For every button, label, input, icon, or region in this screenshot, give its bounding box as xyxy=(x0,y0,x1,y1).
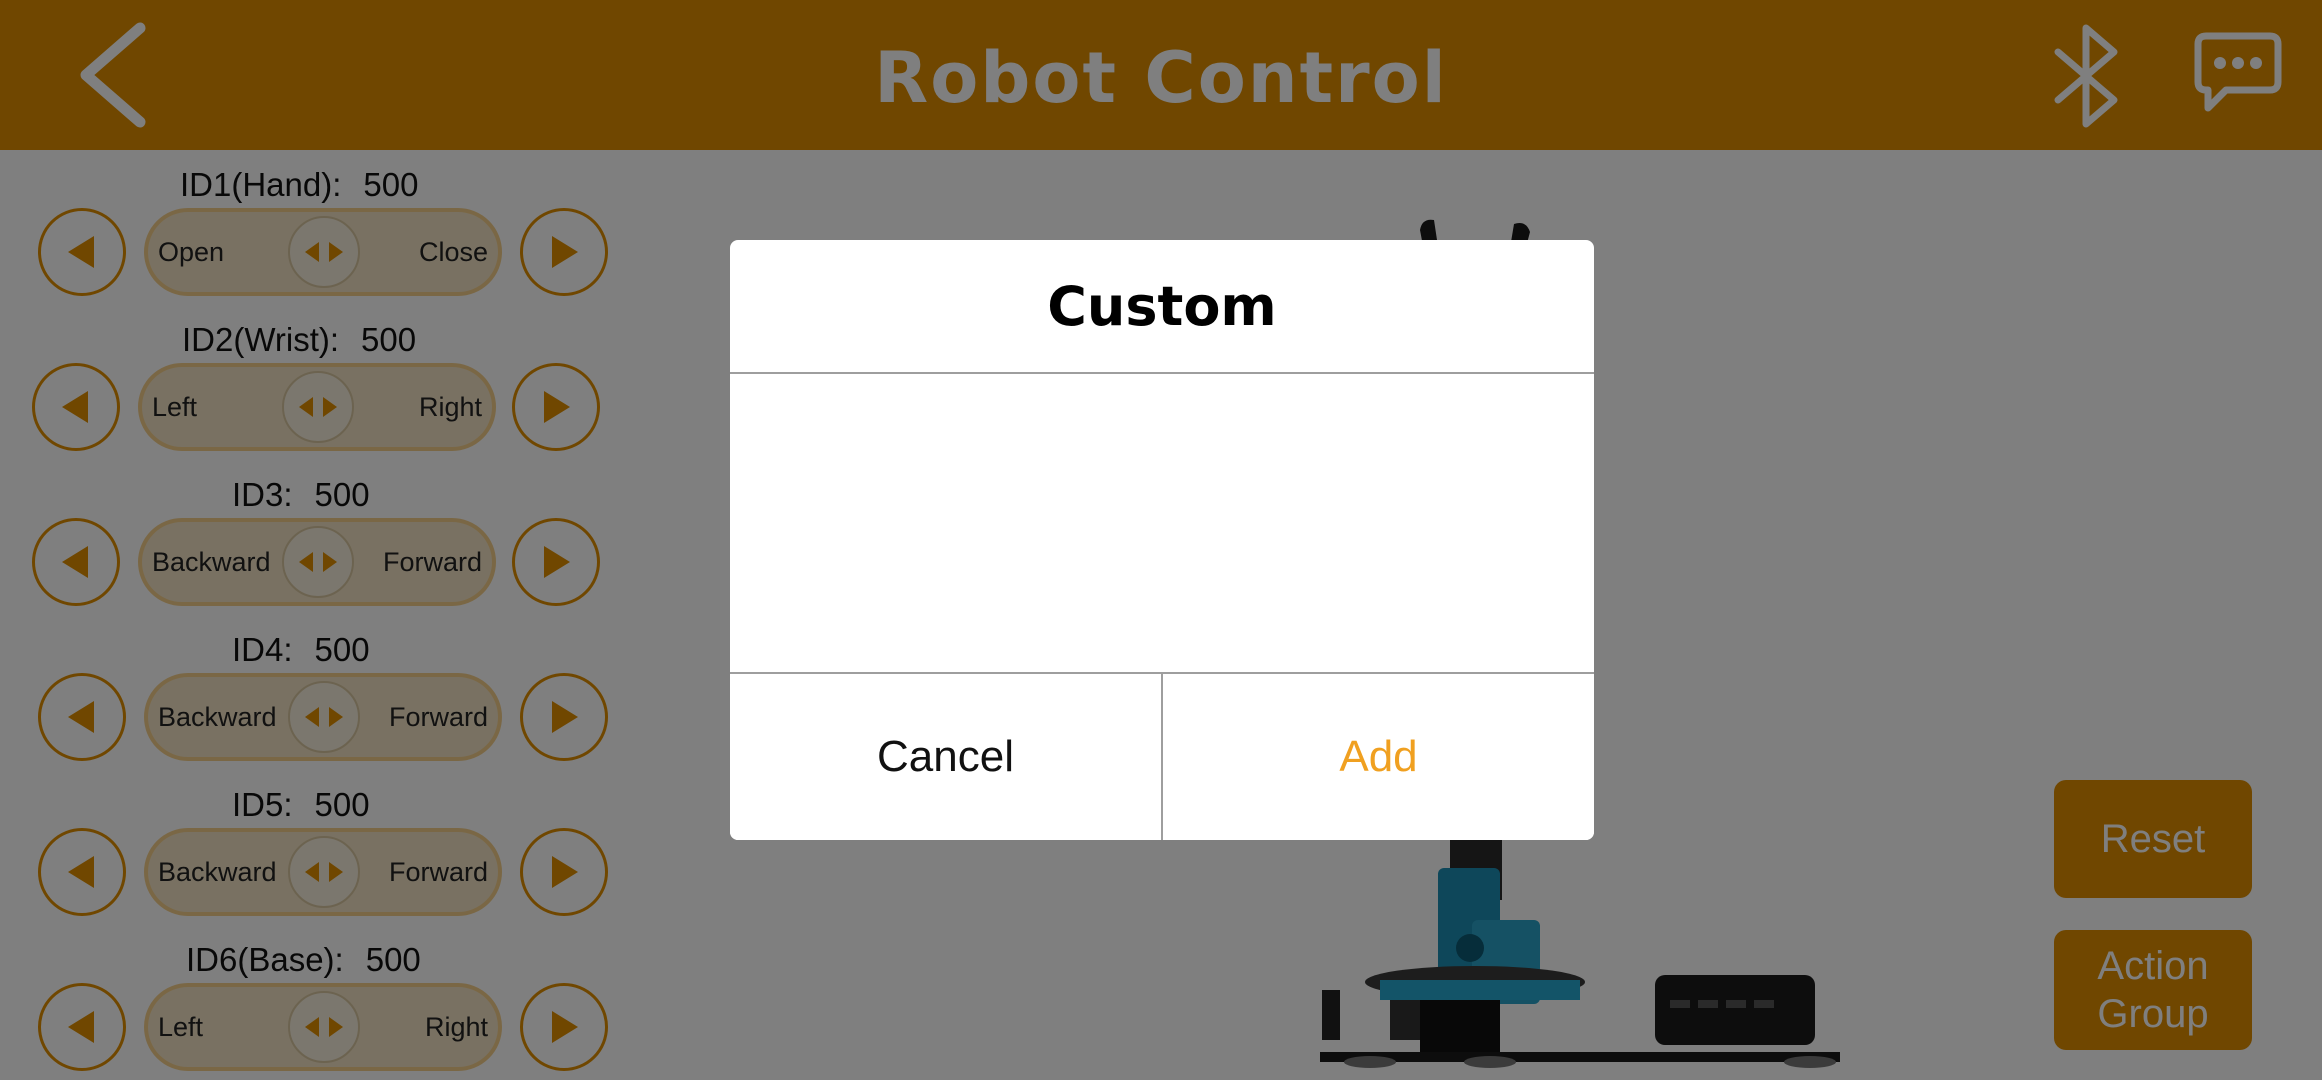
cancel-button[interactable]: Cancel xyxy=(730,674,1163,840)
custom-name-input[interactable] xyxy=(754,398,1570,648)
add-button[interactable]: Add xyxy=(1163,674,1594,840)
custom-dialog: Custom Cancel Add xyxy=(730,240,1594,840)
dialog-actions: Cancel Add xyxy=(730,672,1594,840)
dialog-title: Custom xyxy=(730,240,1594,374)
dialog-body xyxy=(730,374,1594,672)
